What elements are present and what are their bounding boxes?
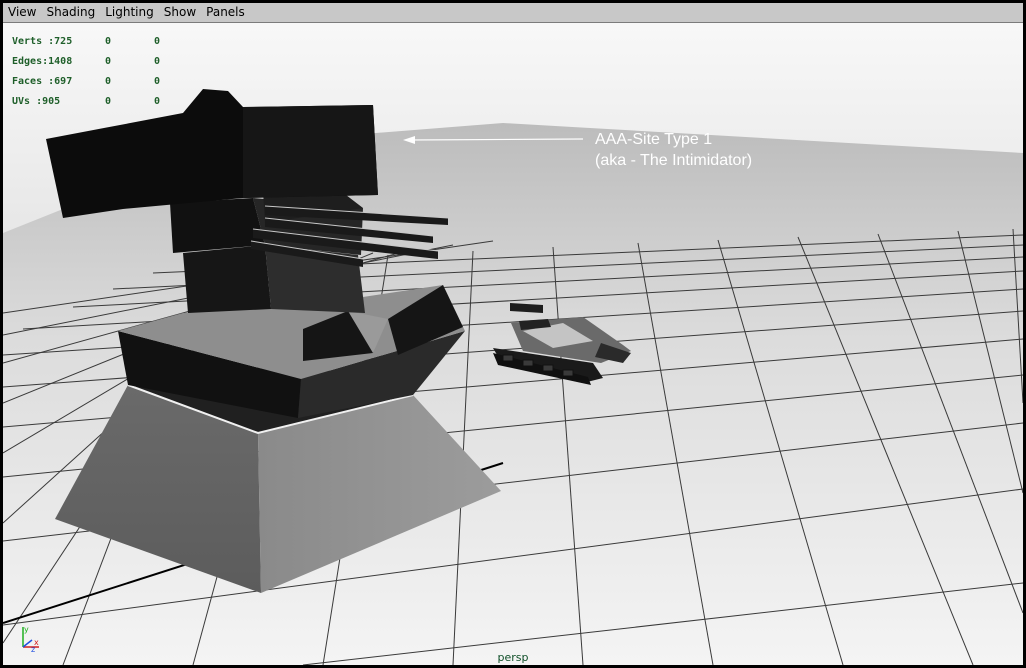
menu-shading[interactable]: Shading xyxy=(41,3,100,22)
stat-value: 697 xyxy=(54,76,73,87)
axis-gizmo-icon: y x z xyxy=(22,625,39,653)
stat-selected: 0 xyxy=(105,56,112,67)
3d-viewport[interactable]: Verts :725 0 0 Edges:1408 0 0 Faces :697… xyxy=(3,23,1023,665)
annotation-subtitle: (aka - The Intimidator) xyxy=(595,152,753,169)
turret-support xyxy=(183,245,271,313)
scene-canvas[interactable] xyxy=(3,23,1023,665)
stat-label: Faces xyxy=(12,76,43,87)
stat-selected: 0 xyxy=(105,96,112,107)
stat-value: 1408 xyxy=(48,56,73,67)
stat-label: UVs xyxy=(12,96,31,107)
stat-selected: 0 xyxy=(105,36,112,47)
stat-value: 905 xyxy=(42,96,61,107)
stat-label: Edges xyxy=(12,56,43,67)
menu-panels[interactable]: Panels xyxy=(201,3,250,22)
menu-view[interactable]: View xyxy=(3,3,41,22)
stat-triangles: 0 xyxy=(154,56,161,67)
camera-name-label: persp xyxy=(497,651,529,664)
annotation-title: AAA-Site Type 1 xyxy=(595,131,713,148)
menu-show[interactable]: Show xyxy=(159,3,201,22)
stat-triangles: 0 xyxy=(154,36,161,47)
panel-menu-bar: View Shading Lighting Show Panels xyxy=(3,3,1023,23)
gun-block-front xyxy=(170,198,265,253)
stat-label: Verts xyxy=(12,36,43,47)
stat-value: 725 xyxy=(54,36,73,47)
stat-selected: 0 xyxy=(105,76,112,87)
maya-viewport-panel[interactable]: View Shading Lighting Show Panels Verts … xyxy=(3,3,1023,665)
menu-lighting[interactable]: Lighting xyxy=(100,3,159,22)
axis-y-label: y xyxy=(24,625,29,634)
model-annotation: AAA-Site Type 1 (aka - The Intimidator) xyxy=(595,129,752,171)
stat-triangles: 0 xyxy=(154,76,161,87)
stat-triangles: 0 xyxy=(154,96,161,107)
radar-panel-right xyxy=(243,105,378,198)
